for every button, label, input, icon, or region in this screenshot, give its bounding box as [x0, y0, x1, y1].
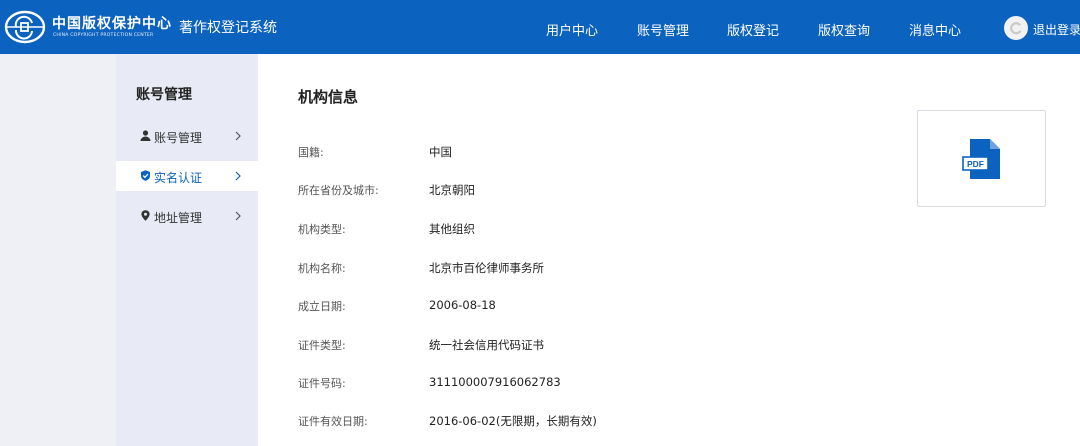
field-value: 北京朝阳 — [429, 183, 475, 197]
sidebar-item-address[interactable]: 地址管理 — [116, 201, 258, 231]
sidebar-item-account[interactable]: 账号管理 — [116, 121, 258, 151]
field-value: 2016-06-02(无限期，长期有效) — [429, 414, 597, 428]
pdf-attachment-card[interactable]: PDF — [917, 110, 1046, 207]
info-row-established-date: 成立日期: 2006-08-18 — [298, 296, 798, 316]
sidebar-title: 账号管理 — [136, 87, 192, 103]
field-label: 机构类型: — [298, 223, 346, 236]
nav-message-center[interactable]: 消息中心 — [909, 20, 961, 39]
avatar-icon — [1010, 22, 1022, 35]
field-value: 中国 — [429, 145, 452, 159]
field-label: 证件号码: — [298, 377, 346, 390]
brand-name: 中国版权保护中心 — [52, 16, 172, 32]
sidebar-item-label: 实名认证 — [154, 171, 203, 185]
field-label: 国籍: — [298, 146, 324, 159]
system-title: 著作权登记系统 — [179, 20, 277, 36]
nav-copyright-registration[interactable]: 版权登记 — [727, 20, 779, 39]
field-value: 311100007916062783 — [429, 375, 561, 389]
chevron-right-icon — [235, 211, 241, 221]
field-value: 2006-08-18 — [429, 298, 496, 312]
user-icon — [140, 130, 151, 141]
field-label: 成立日期: — [298, 300, 346, 313]
nav-copyright-query[interactable]: 版权查询 — [818, 20, 870, 39]
field-label: 所在省份及城市: — [298, 184, 379, 197]
info-row-org-name: 机构名称: 北京市百伦律师事务所 — [298, 258, 798, 278]
pdf-badge-text: PDF — [967, 159, 984, 169]
nav-account-management[interactable]: 账号管理 — [637, 20, 689, 39]
location-pin-icon — [141, 210, 150, 221]
sidebar-item-label: 地址管理 — [154, 211, 203, 225]
chevron-right-icon — [235, 131, 241, 141]
info-row-certificate-number: 证件号码: 311100007916062783 — [298, 373, 798, 393]
field-label: 证件有效日期: — [298, 415, 368, 428]
sidebar-item-label: 账号管理 — [154, 131, 203, 145]
avatar[interactable] — [1004, 16, 1028, 40]
top-header: 中国版权保护中心 CHINA COPYRIGHT PROTECTION CENT… — [0, 0, 1080, 54]
logout-button[interactable]: 退出登录 — [1033, 21, 1080, 38]
pdf-file-icon: PDF — [962, 139, 1000, 179]
sidebar-item-real-name-verification[interactable]: 实名认证 — [116, 161, 258, 191]
chevron-right-icon — [235, 171, 241, 181]
nav-user-center[interactable]: 用户中心 — [546, 20, 598, 39]
field-value: 其他组织 — [429, 222, 475, 236]
info-row-certificate-validity: 证件有效日期: 2016-06-02(无限期，长期有效) — [298, 411, 798, 431]
info-row-nationality: 国籍: 中国 — [298, 142, 798, 162]
brand-name-english: CHINA COPYRIGHT PROTECTION CENTER — [53, 33, 154, 38]
main-content: 机构信息 国籍: 中国 所在省份及城市: 北京朝阳 机构类型: 其他组织 机构名… — [258, 54, 1080, 446]
copyright-center-logo-icon — [4, 10, 46, 44]
field-value: 统一社会信用代码证书 — [429, 338, 544, 352]
info-row-province-city: 所在省份及城市: 北京朝阳 — [298, 180, 798, 200]
info-row-certificate-type: 证件类型: 统一社会信用代码证书 — [298, 335, 798, 355]
sidebar: 账号管理 账号管理 实名认证 地址管理 — [116, 54, 258, 446]
page-title: 机构信息 — [298, 88, 359, 106]
field-value: 北京市百伦律师事务所 — [429, 261, 544, 275]
field-label: 机构名称: — [298, 262, 346, 275]
verified-badge-icon — [141, 170, 150, 181]
field-label: 证件类型: — [298, 339, 346, 352]
info-row-org-type: 机构类型: 其他组织 — [298, 219, 798, 239]
